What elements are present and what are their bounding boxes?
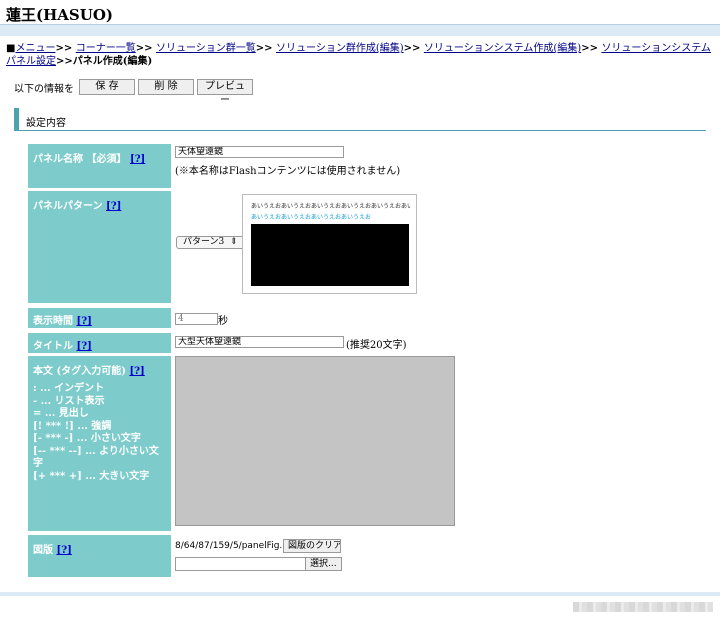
body-header: 本文 (タグ入力可能) [?] : ... インデント - ... リスト表示 … — [28, 356, 171, 531]
figure-cell: 8/64/87/159/5/panelFig. 図版のクリア 選択... — [175, 535, 688, 577]
footer-blurred-text — [573, 602, 713, 612]
breadcrumb-solution-system-edit-link[interactable]: ソリューションシステム作成(編集) — [424, 43, 581, 54]
pattern-select[interactable]: パターン3 ⇕ — [176, 236, 245, 249]
panel-name-note: (※本名称はFlashコンテンツには使用されません) — [175, 166, 401, 177]
figure-help-link[interactable]: [?] — [56, 545, 71, 556]
select-file-button[interactable]: 選択... — [305, 557, 342, 571]
tag-guide-item: [+ *** +] ... 大きい文字 — [33, 470, 150, 482]
display-time-header: 表示時間 [?] — [28, 308, 171, 328]
display-time-input[interactable]: 4 — [175, 313, 218, 325]
title-note: (推奨20文字) — [346, 340, 407, 351]
body-label: 本文 (タグ入力可能) — [33, 366, 126, 377]
site-title: 蓮王(HASUO) — [6, 6, 113, 24]
display-time-cell: 4 秒 — [175, 308, 688, 328]
breadcrumb-separator: >> — [135, 43, 153, 54]
panel-pattern-cell: パターン3 ⇕ あいうえおあいうえおあいうえおあいうえおあいうえおあいうえお あ… — [175, 191, 688, 303]
panel-pattern-header: パネルパターン [?] — [28, 191, 171, 303]
display-time-label: 表示時間 — [33, 316, 73, 327]
preview-text-line-1: あいうえおあいうえおあいうえおあいうえおあいうえおあいうえお — [251, 203, 411, 210]
chevron-updown-icon: ⇕ — [227, 237, 238, 247]
title-header: タイトル [?] — [28, 333, 171, 353]
tag-guide-item: [- *** -] ... 小さい文字 — [33, 433, 141, 444]
pattern-preview: あいうえおあいうえおあいうえおあいうえおあいうえおあいうえお あいうえおあいうえ… — [242, 194, 417, 294]
panel-name-cell: 天体望遠鏡 (※本名称はFlashコンテンツには使用されません) — [175, 144, 688, 188]
delete-button[interactable]: 削 除 — [138, 79, 194, 95]
row-panel-name: パネル名称 【必須】 [?] 天体望遠鏡 (※本名称はFlashコンテンツには使… — [28, 144, 688, 188]
tag-guide-item: : ... インデント — [33, 383, 105, 394]
figure-label: 図版 — [33, 545, 53, 556]
preview-image-area — [251, 224, 409, 286]
breadcrumb-separator: >> — [255, 43, 273, 54]
title-help-link[interactable]: [?] — [76, 341, 91, 352]
breadcrumb-corner-list-link[interactable]: コーナー一覧 — [76, 43, 136, 54]
header: 蓮王(HASUO) — [0, 0, 720, 24]
figure-file-input[interactable] — [175, 557, 306, 571]
preview-button[interactable]: プレビュー — [197, 79, 253, 106]
preview-text-line-2: あいうえおあいうえおあいうえおあいうえお — [251, 214, 372, 221]
breadcrumb-separator: >> — [581, 43, 598, 54]
clear-figure-button[interactable]: 図版のクリア — [283, 539, 341, 553]
panel-name-help-link[interactable]: [?] — [130, 154, 145, 165]
breadcrumb-solution-group-edit-link[interactable]: ソリューション群作成(編集) — [276, 43, 404, 54]
section-header: 設定内容 — [14, 108, 706, 131]
panel-pattern-help-link[interactable]: [?] — [106, 201, 121, 212]
display-time-unit: 秒 — [218, 316, 228, 327]
body-help-link[interactable]: [?] — [129, 366, 144, 377]
tag-guide-item: = ... 見出し — [33, 408, 89, 419]
panel-name-input[interactable]: 天体望遠鏡 — [175, 146, 344, 158]
pattern-select-value: パターン3 — [183, 237, 225, 247]
tag-guide-item: [-- *** --] ... より小さい文字 — [33, 445, 159, 470]
tag-guide-item: [! *** !] ... 強調 — [33, 420, 112, 432]
row-display-time: 表示時間 [?] 4 秒 — [28, 308, 688, 328]
breadcrumb-separator: >> — [55, 43, 73, 54]
display-time-help-link[interactable]: [?] — [76, 316, 91, 327]
save-button[interactable]: 保 存 — [79, 79, 135, 95]
title-cell: 大型天体望遠鏡 (推奨20文字) — [175, 333, 688, 353]
row-title: タイトル [?] 大型天体望遠鏡 (推奨20文字) — [28, 333, 688, 353]
title-input[interactable]: 大型天体望遠鏡 — [175, 336, 344, 348]
breadcrumb-menu-link[interactable]: メニュー — [15, 43, 55, 54]
footer-band — [0, 592, 720, 596]
tag-guide-item: - ... リスト表示 — [33, 395, 105, 407]
body-textarea[interactable] — [175, 356, 455, 526]
row-body: 本文 (タグ入力可能) [?] : ... インデント - ... リスト表示 … — [28, 356, 688, 531]
section-title: 設定内容 — [26, 118, 66, 129]
panel-name-header: パネル名称 【必須】 [?] — [28, 144, 171, 188]
row-panel-pattern: パネルパターン [?] パターン3 ⇕ あいうえおあいうえおあいうえおあいうえお… — [28, 191, 688, 303]
section-accent-bar — [14, 108, 19, 130]
action-label: 以下の情報を — [14, 83, 74, 95]
body-cell — [175, 356, 688, 531]
action-bar: 以下の情報を 保 存 削 除 プレビュー — [14, 79, 256, 106]
breadcrumb-current: パネル作成(編集) — [72, 56, 153, 67]
breadcrumb-separator: >> — [56, 56, 73, 67]
panel-pattern-label: パネルパターン — [33, 201, 103, 212]
breadcrumb: ■メニュー>> コーナー一覧>> ソリューション群一覧>> ソリューション群作成… — [6, 42, 712, 68]
tag-guide: : ... インデント - ... リスト表示 = ... 見出し [! ***… — [33, 383, 166, 483]
figure-header: 図版 [?] — [28, 535, 171, 577]
figure-path: 8/64/87/159/5/panelFig. — [175, 541, 283, 551]
breadcrumb-separator: >> — [403, 43, 421, 54]
panel-name-label: パネル名称 【必須】 — [33, 154, 127, 165]
header-band — [0, 24, 720, 36]
title-label: タイトル — [33, 341, 73, 352]
row-figure: 図版 [?] 8/64/87/159/5/panelFig. 図版のクリア 選択… — [28, 535, 688, 577]
breadcrumb-solution-group-list-link[interactable]: ソリューション群一覧 — [156, 43, 256, 54]
